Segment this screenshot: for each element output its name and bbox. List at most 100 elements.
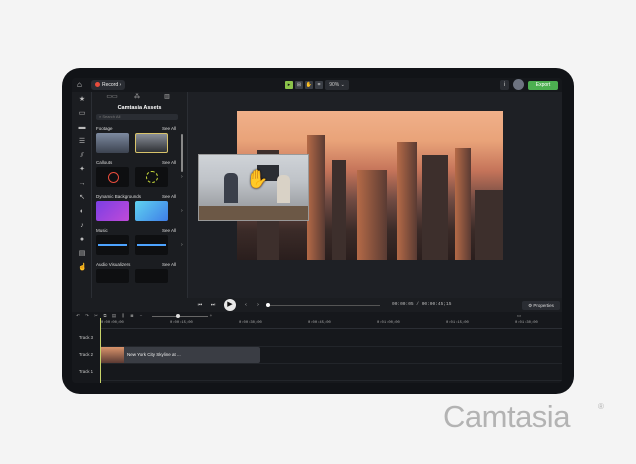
skyline-building: [455, 148, 471, 260]
cut-icon[interactable]: ✂: [93, 313, 99, 319]
asset-tabs: ▭▭ ⁂ ▥: [92, 94, 187, 102]
grid-tool-icon[interactable]: ⊞: [295, 81, 303, 89]
chevron-right-icon[interactable]: ›: [181, 174, 183, 180]
media-icon[interactable]: ▭: [78, 110, 86, 118]
voice-narration-icon[interactable]: ●: [78, 236, 86, 244]
top-toolbar: ⌂ Record › ▸ ⊞ ✋ ⌗ ▭ 90% ⌄ i Export: [72, 78, 562, 92]
assets-scrollbar[interactable]: [181, 134, 183, 172]
timeline-panel: ↶ ↷ ✂ ⧉ ▤ ⫼ ◙ − + ▭ 0:00:00;00 0:00:15;0…: [72, 312, 562, 383]
zoom-out-icon[interactable]: −: [138, 313, 144, 319]
properties-button[interactable]: ⚙ Properties: [522, 301, 560, 310]
skyline-building: [475, 190, 503, 260]
progress-knob[interactable]: [266, 303, 270, 307]
crop-tool-icon[interactable]: ⌗: [315, 81, 323, 89]
overlay-video-clip[interactable]: ✋: [198, 154, 309, 221]
record-button[interactable]: Record ›: [91, 80, 126, 90]
zoom-value: 90%: [329, 82, 340, 88]
redo-icon[interactable]: ↷: [84, 313, 90, 319]
section-title-dynamic-backgrounds: Dynamic Backgrounds: [96, 194, 142, 199]
record-dot-icon: [95, 82, 100, 88]
background-thumb-1[interactable]: [96, 201, 129, 221]
track-row-3[interactable]: [100, 329, 562, 347]
select-tool-icon[interactable]: ▸: [285, 81, 293, 89]
chevron-right-icon[interactable]: ›: [181, 208, 183, 214]
timecode: 00:00:05 / 00:00:45;15: [392, 302, 452, 307]
avatar[interactable]: [513, 79, 524, 90]
timeline-zoom-knob[interactable]: [176, 314, 180, 318]
chevron-right-icon[interactable]: ›: [254, 301, 262, 309]
hand-cursor-icon: ✋: [246, 169, 269, 189]
chevron-right-icon[interactable]: ›: [181, 242, 183, 248]
split-icon[interactable]: ⫼: [120, 313, 126, 319]
asset-search-input[interactable]: ⌕ Search All: [96, 114, 178, 120]
transitions-icon[interactable]: ⫽: [78, 152, 86, 160]
visualizer-thumb-2[interactable]: [135, 269, 168, 283]
previous-frame-icon[interactable]: ⏮: [196, 301, 204, 309]
person-shape: [277, 175, 290, 203]
music-thumb-2[interactable]: [135, 235, 168, 255]
properties-label: Properties: [533, 303, 554, 308]
section-title-callouts: Callouts: [96, 160, 113, 165]
pan-tool-icon[interactable]: ✋: [305, 81, 313, 89]
brand-logo-text: Camtasia: [443, 399, 570, 434]
ruler-label: 0:00:30;00: [239, 321, 262, 325]
timeline-ruler[interactable]: 0:00:00;00 0:00:15;00 0:00:30;00 0:00:45…: [100, 320, 562, 329]
animations-icon[interactable]: →: [78, 180, 86, 188]
tab-library-icon[interactable]: ▥: [162, 94, 172, 101]
ruler-label: 0:00:45;00: [308, 321, 331, 325]
cursor-effects-icon[interactable]: ↖: [78, 194, 86, 202]
skyline-building: [397, 142, 417, 260]
chevron-left-icon[interactable]: ‹: [242, 301, 250, 309]
footage-thumb-1[interactable]: [96, 133, 129, 153]
see-all-visualizers[interactable]: See All: [162, 262, 176, 267]
export-button[interactable]: Export: [528, 81, 558, 90]
ruler-label: 0:00:00;00: [101, 321, 124, 325]
section-title-music: Music: [96, 228, 108, 233]
library-icon[interactable]: ▬: [78, 124, 86, 132]
track-row-1[interactable]: [100, 363, 562, 381]
snapshot-icon[interactable]: ◙: [129, 313, 135, 319]
track-label-2: Track 2: [78, 352, 94, 357]
footage-thumb-2[interactable]: [135, 133, 168, 153]
preview-canvas: ✋: [188, 92, 562, 298]
callout-thumb-2[interactable]: [135, 167, 168, 187]
favorites-icon[interactable]: ★: [78, 96, 86, 104]
skyline-building: [422, 155, 448, 260]
progress-track[interactable]: [268, 305, 380, 306]
expand-icon[interactable]: ▭: [516, 313, 522, 319]
annotations-icon[interactable]: ☰: [78, 138, 86, 146]
captions-icon[interactable]: ▤: [78, 250, 86, 258]
callout-thumb-1[interactable]: [96, 167, 129, 187]
paste-icon[interactable]: ▤: [111, 313, 117, 319]
waveform-icon: [137, 244, 166, 246]
timeline-clip[interactable]: New York City Skyline at ...: [100, 347, 260, 363]
see-all-footage[interactable]: See All: [162, 126, 176, 131]
audio-effects-icon[interactable]: ♪: [78, 222, 86, 230]
background-thumb-2[interactable]: [135, 201, 168, 221]
see-all-music[interactable]: See All: [162, 228, 176, 233]
tab-templates-icon[interactable]: ▭▭: [104, 94, 120, 101]
see-all-callouts[interactable]: See All: [162, 160, 176, 165]
copy-icon[interactable]: ⧉: [102, 313, 108, 319]
zoom-select[interactable]: 90% ⌄: [325, 80, 349, 90]
behaviors-icon[interactable]: ✦: [78, 166, 86, 174]
step-back-icon[interactable]: ⏭: [209, 301, 217, 309]
see-all-backgrounds[interactable]: See All: [162, 194, 176, 199]
timeline-zoom-slider[interactable]: [152, 316, 208, 317]
visual-effects-icon[interactable]: ◐: [78, 208, 86, 216]
assets-panel: ▭▭ ⁂ ▥ Camtasia Assets ⌕ Search All Foot…: [92, 92, 188, 298]
info-icon[interactable]: i: [500, 80, 509, 90]
tab-assets-icon[interactable]: ⁂: [132, 94, 142, 101]
ruler-label: 0:01:00;00: [377, 321, 400, 325]
skyline-building: [307, 135, 325, 260]
home-icon[interactable]: ⌂: [77, 81, 85, 89]
music-thumb-1[interactable]: [96, 235, 129, 255]
playhead[interactable]: [100, 318, 101, 383]
visualizer-thumb-1[interactable]: [96, 269, 129, 283]
play-button[interactable]: ▶: [224, 299, 236, 311]
record-label: Record: [102, 82, 119, 88]
zoom-in-icon[interactable]: +: [208, 313, 214, 319]
undo-icon[interactable]: ↶: [75, 313, 81, 319]
assets-title: Camtasia Assets: [117, 105, 162, 111]
interactivity-icon[interactable]: ☝: [78, 264, 87, 272]
